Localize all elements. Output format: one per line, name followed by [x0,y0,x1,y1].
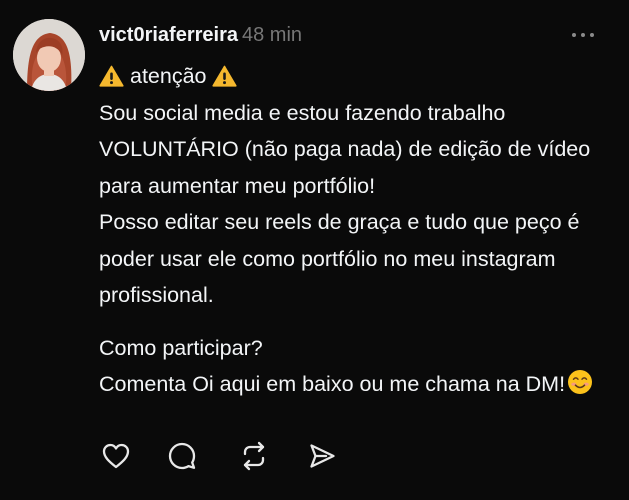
post-body: atenção Sou social media e estou fazendo… [99,58,619,403]
share-button[interactable] [306,440,338,472]
reply-button[interactable] [166,440,198,472]
post-paragraph-how: Como participar? [99,335,263,360]
timestamp: 48 min [241,24,303,46]
heart-icon [102,443,130,469]
post-line-attention: atenção [99,58,619,95]
comment-bubble-icon [168,442,196,470]
warning-icon [99,65,124,87]
warning-icon [212,65,238,87]
attention-text: atenção [129,64,207,88]
more-options-icon[interactable] [560,25,606,45]
post-paragraph-volunteer: Sou social media e estou fazendo trabalh… [99,100,591,198]
like-button[interactable] [100,440,132,472]
smiling-face-icon [568,370,593,394]
post-header: vict0riaferreira 48 min [99,22,302,48]
username[interactable]: vict0riaferreira [99,24,238,46]
cta-text: Comenta Oi aqui em baixo ou me chama na … [99,372,566,396]
thread-post: vict0riaferreira 48 min atenção Sou socia… [0,0,629,500]
avatar[interactable] [13,19,85,91]
repost-icon [243,441,265,471]
repost-button[interactable] [238,440,270,472]
post-paragraph-cta: Comenta Oi aqui em baixo ou me chama na … [99,366,619,403]
post-paragraph-offer: Posso editar seu reels de graça e tudo q… [99,210,580,307]
send-icon [310,444,335,468]
